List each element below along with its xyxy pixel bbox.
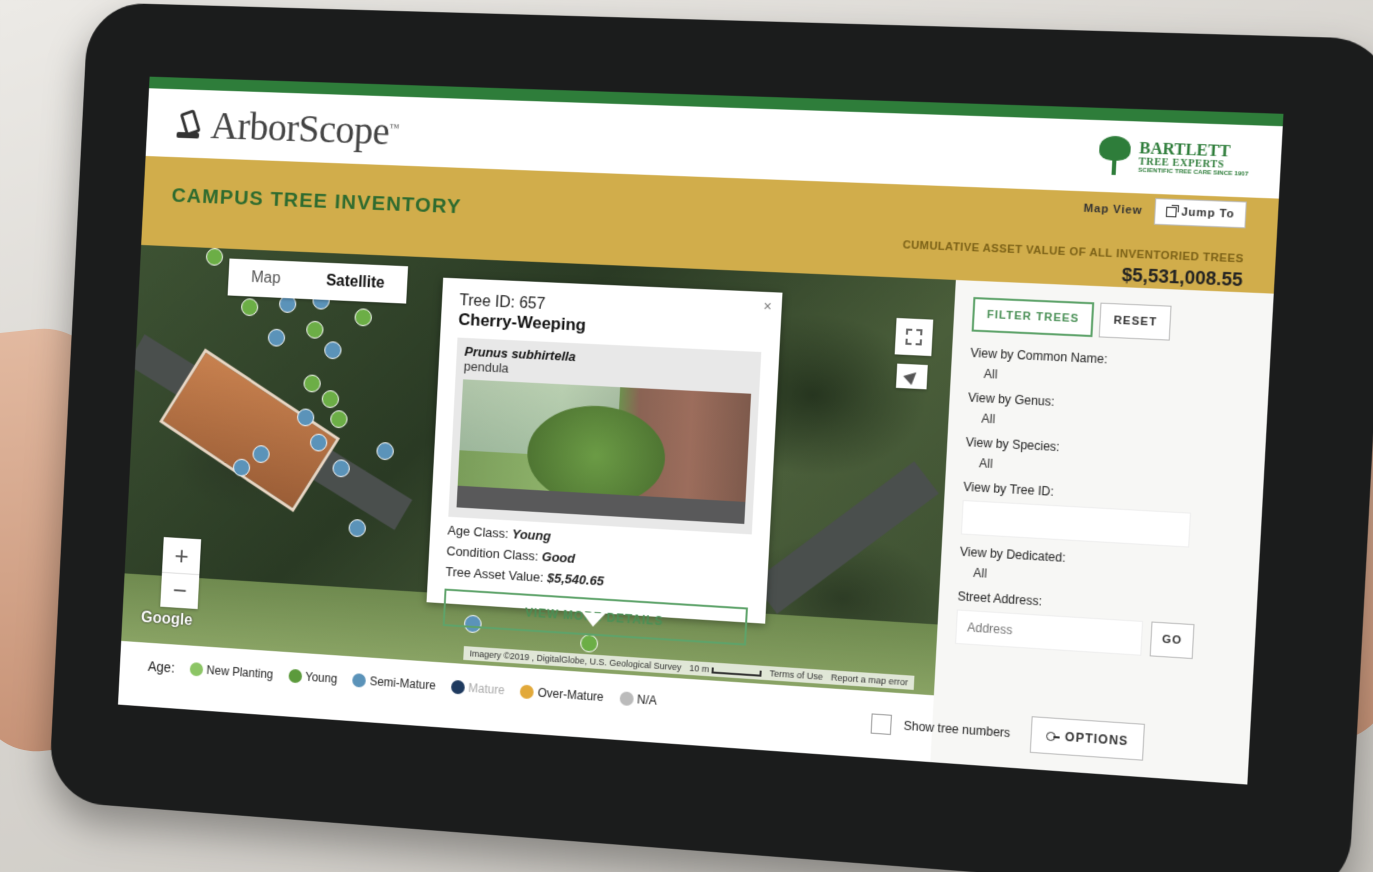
tree-marker[interactable] (305, 320, 324, 339)
asset-value-caption: CUMULATIVE ASSET VALUE OF ALL INVENTORIE… (902, 239, 1245, 266)
tree-marker[interactable] (321, 389, 340, 409)
fullscreen-button[interactable] (894, 317, 934, 357)
legend-item-semi-mature: Semi-Mature (352, 673, 436, 693)
show-tree-numbers-checkbox[interactable] (870, 713, 892, 735)
tree-marker[interactable] (329, 409, 348, 429)
map-view-link[interactable]: Map View (1083, 203, 1142, 218)
map-type-satellite[interactable]: Satellite (302, 262, 408, 304)
tree-photo (456, 379, 752, 524)
zoom-out-button[interactable]: − (160, 571, 200, 610)
locate-button[interactable] (895, 363, 928, 390)
google-logo: Google (140, 609, 193, 630)
tree-figure: Prunus subhirtella pendula (448, 337, 762, 535)
filter-actions: FILTER TREES RESET (971, 297, 1254, 344)
satellite-map[interactable]: Map Satellite + − Google Imagery ©2019 ,… (121, 244, 956, 696)
map-scale: 10 m (689, 663, 762, 678)
legend-item-mature: Mature (450, 679, 505, 697)
tree-marker[interactable] (354, 308, 373, 327)
tree-id-input[interactable] (960, 499, 1192, 548)
zoom-in-button[interactable]: + (162, 537, 201, 574)
report-error-link[interactable]: Report a map error (831, 672, 909, 687)
address-input[interactable] (955, 609, 1144, 656)
tree-marker[interactable] (376, 441, 395, 461)
external-link-icon (1166, 206, 1178, 218)
reset-button[interactable]: RESET (1099, 302, 1172, 341)
microscope-icon (175, 109, 203, 139)
legend-item-young: Young (287, 668, 338, 686)
tree-marker[interactable] (348, 518, 367, 538)
tree-marker[interactable] (205, 247, 224, 266)
key-icon (1046, 731, 1059, 740)
map-type-map[interactable]: Map (228, 259, 305, 299)
legend-title: Age: (147, 658, 176, 676)
road (752, 461, 939, 614)
fullscreen-icon (905, 328, 923, 346)
show-tree-numbers-label: Show tree numbers (903, 718, 1011, 741)
close-icon[interactable]: × (763, 298, 772, 314)
bartlett-wordmark: BARTLETT TREE EXPERTS SCIENTIFIC TREE CA… (1138, 139, 1249, 178)
arborscope-logo[interactable]: ArborScope™ (174, 100, 399, 154)
view-switch: Map View Jump To (1083, 195, 1247, 229)
bartlett-logo[interactable]: BARTLETT TREE EXPERTS SCIENTIFIC TREE CA… (1096, 135, 1250, 181)
legend-item-new-planting: New Planting (189, 662, 273, 681)
jump-to-button[interactable]: Jump To (1154, 198, 1247, 229)
page-title: CAMPUS TREE INVENTORY (171, 184, 463, 219)
go-button[interactable]: GO (1149, 621, 1195, 660)
terms-link[interactable]: Terms of Use (769, 668, 823, 682)
tree-marker[interactable] (303, 374, 322, 393)
app-name: ArborScope™ (209, 102, 399, 153)
tree-marker[interactable] (240, 298, 259, 317)
tree-info-popup: × Tree ID: 657 Cherry-Weeping Prunus sub… (426, 277, 783, 646)
tree-marker[interactable] (267, 328, 286, 347)
navigation-arrow-icon (903, 367, 921, 386)
tree-icon (1096, 135, 1134, 177)
options-button[interactable]: OPTIONS (1029, 716, 1146, 761)
tablet-screen: ArborScope™ BARTLETT TREE EXPERTS SCIENT… (117, 76, 1284, 785)
filter-trees-button[interactable]: FILTER TREES (971, 297, 1095, 338)
tablet-device: ArborScope™ BARTLETT TREE EXPERTS SCIENT… (48, 2, 1373, 872)
filter-sidebar: FILTER TREES RESET View by Common Name: … (870, 279, 1274, 785)
tree-marker[interactable] (323, 341, 342, 360)
zoom-control: + − (160, 537, 202, 610)
legend-item-na: N/A (618, 691, 657, 708)
map-type-control: Map Satellite (227, 258, 409, 304)
main-content: Map Satellite + − Google Imagery ©2019 ,… (118, 244, 1274, 785)
legend-item-over-mature: Over-Mature (519, 684, 604, 704)
map-panel: Map Satellite + − Google Imagery ©2019 ,… (118, 244, 956, 762)
